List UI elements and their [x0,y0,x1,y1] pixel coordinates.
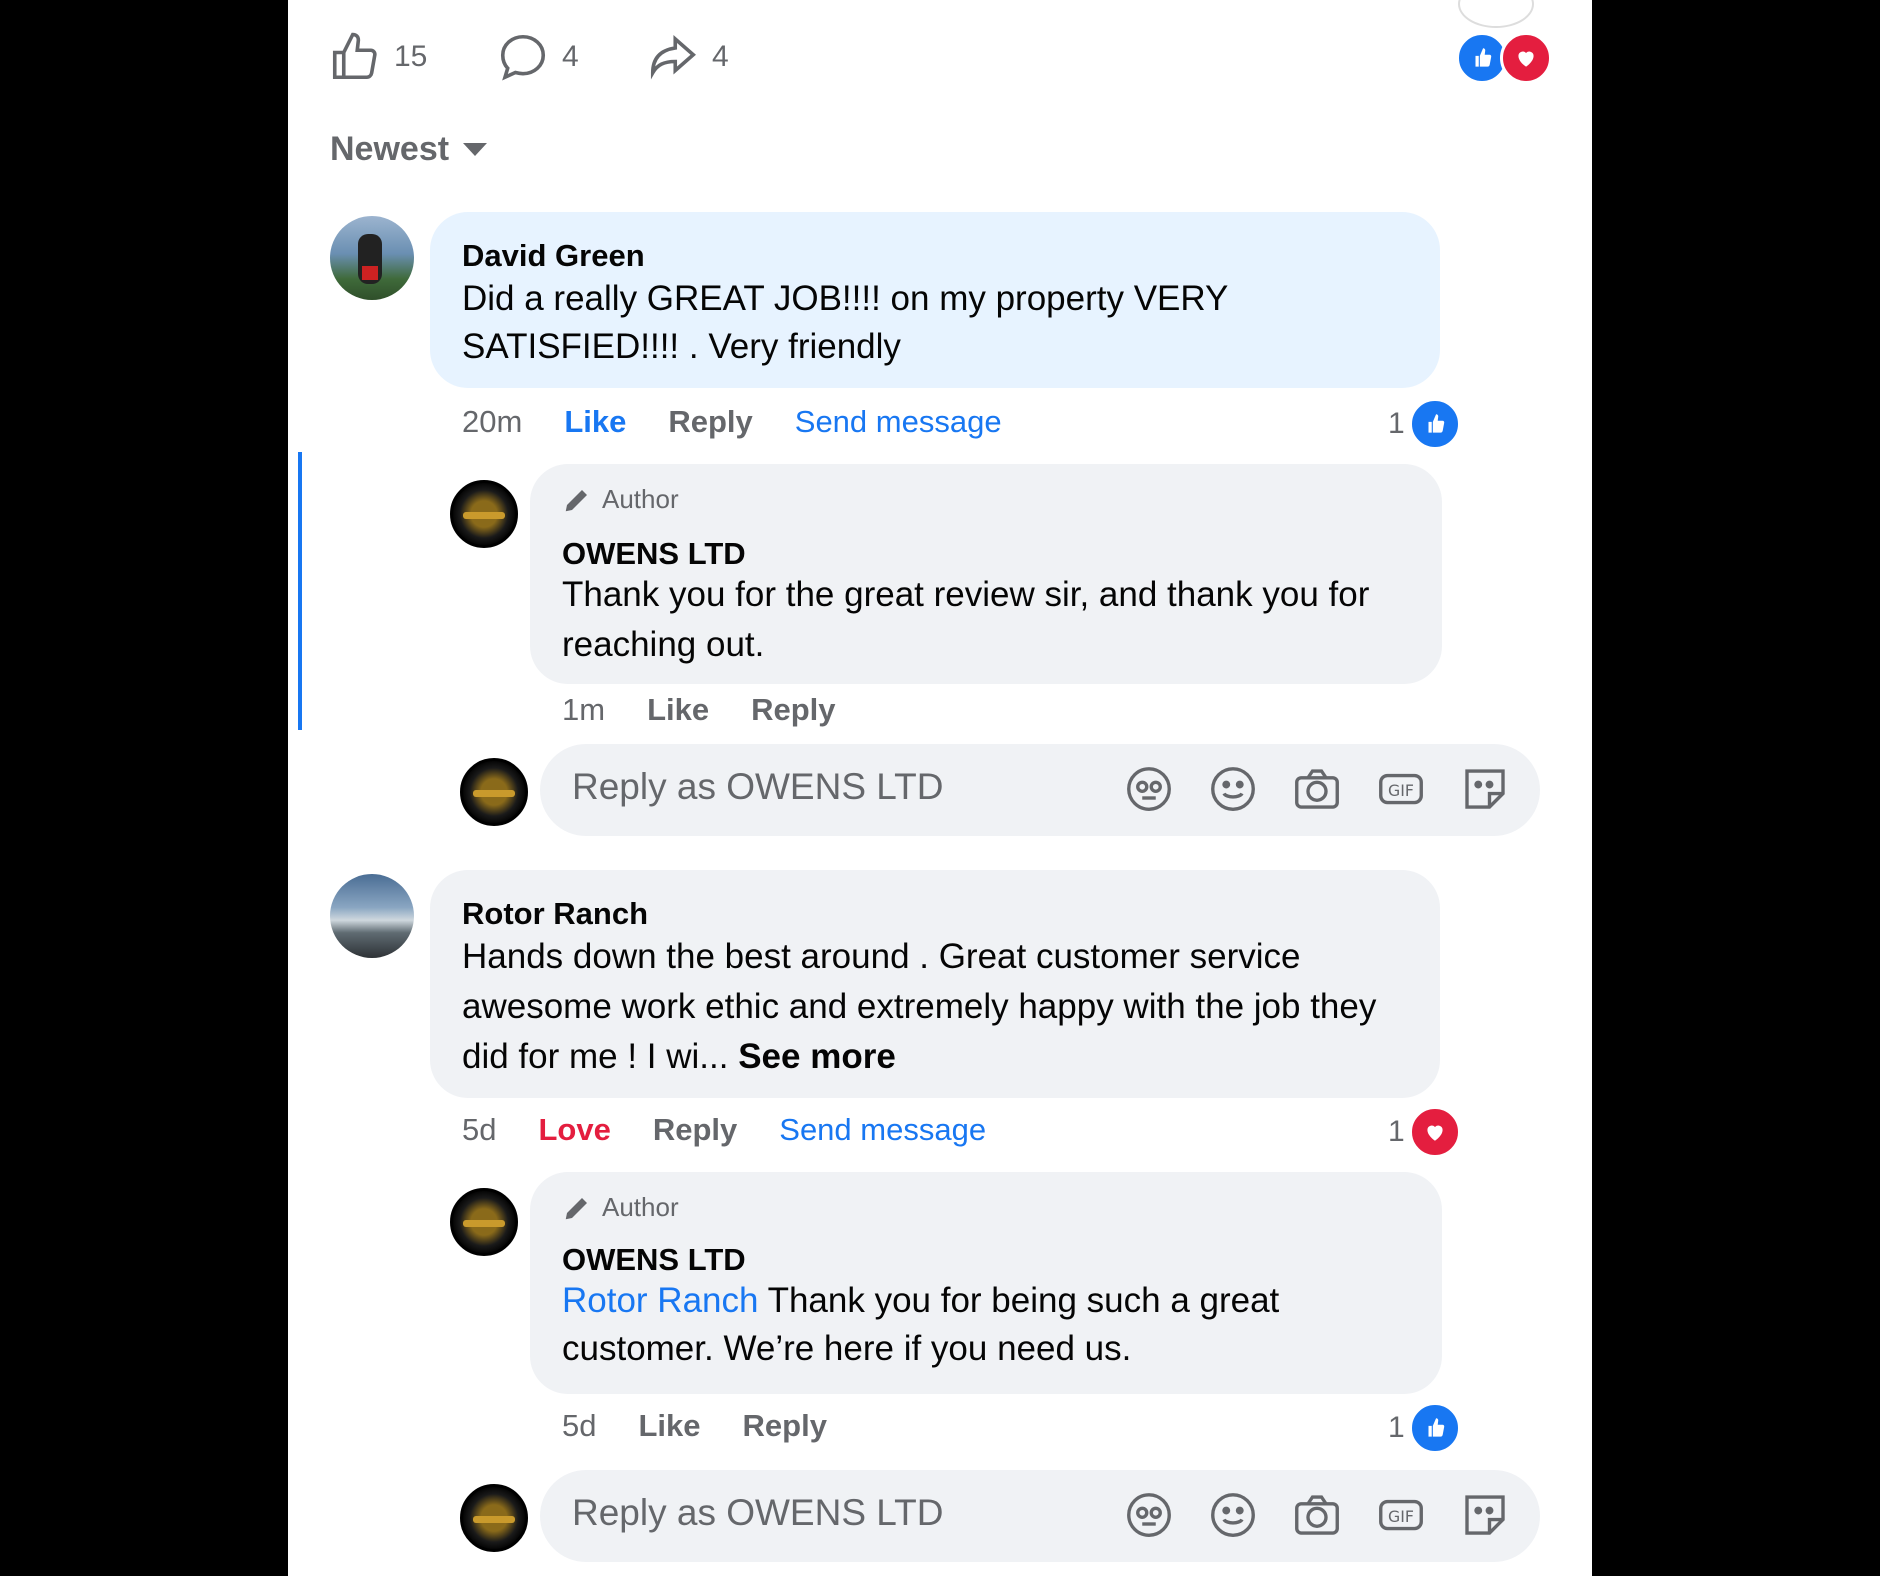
commenter-name[interactable]: OWENS LTD [562,1242,746,1278]
composer-icons: GIF [1122,1488,1512,1542]
sticker-icon[interactable] [1458,762,1512,816]
comment-stat[interactable]: 4 [496,30,579,84]
heart-reaction-icon [1408,1106,1461,1158]
avatar-owens-ltd [460,1484,528,1552]
comment-text-line: Did a really GREAT JOB!!!! on my propert… [462,279,1229,318]
reaction-count: 1 [1388,1115,1405,1148]
love-button[interactable]: Love [538,1112,610,1148]
like-reaction-icon [1408,398,1461,450]
send-message-link[interactable]: Send message [779,1112,986,1148]
gif-icon[interactable]: GIF [1374,1488,1428,1542]
author-badge: Author [562,1192,679,1223]
avatar-owens-ltd[interactable] [450,1188,518,1256]
reply-reaction-summary[interactable]: 1 [1388,1402,1461,1454]
svg-text:GIF: GIF [1388,781,1414,800]
reply-button[interactable]: Reply [743,1408,827,1444]
author-label: Author [602,1192,679,1222]
commenter-name[interactable]: OWENS LTD [562,536,746,572]
avatar-sticker-icon[interactable] [1122,762,1176,816]
avatar-rotor-ranch[interactable] [330,874,414,958]
sticker-icon[interactable] [1458,1488,1512,1542]
comment-text-line: reaching out. [562,625,765,664]
like-button[interactable]: Like [647,692,709,728]
comment-text-line: Thank you for the great review sir, and … [562,575,1370,614]
emoji-icon[interactable] [1206,1488,1260,1542]
like-stat[interactable]: 15 [328,30,427,84]
comment-text-line: customer. We’re here if you need us. [562,1329,1132,1368]
camera-icon[interactable] [1290,762,1344,816]
share-arrow-icon [650,35,696,80]
reply-input[interactable]: Reply as OWENS LTD GIF [540,1470,1540,1562]
reply-input[interactable]: Reply as OWENS LTD GIF [540,744,1540,836]
comment-actions: 5d Love Reply Send message [462,1112,1028,1148]
author-label: Author [602,484,679,514]
share-stat[interactable]: 4 [646,30,729,84]
commenter-name[interactable]: David Green [462,238,645,274]
reply-bubble-owens-ltd: Author OWENS LTD Thank you for the great… [530,464,1442,684]
thread-line [298,452,302,730]
comment-text-line: Rotor Ranch Thank you for being such a g… [562,1276,1279,1325]
see-more-link[interactable]: See more [738,1037,896,1076]
comment-text-line: awesome work ethic and extremely happy w… [462,987,1377,1026]
emoji-icon[interactable] [1206,762,1260,816]
comment-bubble-rotor-ranch: Rotor Ranch Hands down the best around .… [430,870,1440,1098]
comment-text-line: SATISFIED!!!! . Very friendly [462,327,901,366]
send-message-link[interactable]: Send message [795,404,1002,440]
comment-text-line: Hands down the best around . Great custo… [462,937,1301,976]
pencil-icon [565,489,587,511]
avatar-owens-ltd [460,758,528,826]
reply-button[interactable]: Reply [751,692,835,728]
reply-placeholder: Reply as OWENS LTD [572,1492,944,1533]
reaction-count: 1 [1388,1411,1405,1444]
author-badge: Author [562,484,679,515]
comment-time[interactable]: 20m [462,404,522,440]
sort-dropdown[interactable]: Newest [330,130,488,169]
composer-icons: GIF [1122,762,1512,816]
commenter-name[interactable]: Rotor Ranch [462,896,648,932]
comment-bubble-icon [500,34,546,81]
reply-actions: 5d Like Reply [562,1408,869,1444]
scroll-indicator[interactable] [1458,0,1534,28]
mention-link[interactable]: Rotor Ranch [562,1281,758,1320]
reply-bubble-owens-ltd: Author OWENS LTD Rotor Ranch Thank you f… [530,1172,1442,1394]
comments-panel: 15 4 4 Newest David Green Did a really G… [288,0,1592,1576]
comment-actions: 20m Like Reply Send message [462,404,1044,440]
reply-button[interactable]: Reply [653,1112,737,1148]
like-button[interactable]: Like [564,404,626,440]
comment-text: Thank you for being such a great [767,1281,1280,1320]
comment-time[interactable]: 5d [462,1112,496,1148]
reply-actions: 1m Like Reply [562,692,878,728]
comment-reaction-summary[interactable]: 1 [1388,398,1461,450]
comment-text: did for me ! I wi... [462,1037,729,1076]
reaction-count: 1 [1388,407,1405,440]
reply-time[interactable]: 1m [562,692,605,728]
reply-placeholder: Reply as OWENS LTD [572,766,944,807]
camera-icon[interactable] [1290,1488,1344,1542]
like-count: 15 [394,40,428,73]
caret-down-icon [463,142,488,156]
comment-count: 4 [562,40,579,73]
thumbs-up-icon [332,32,377,80]
svg-text:GIF: GIF [1388,1507,1414,1526]
comment-bubble-david-green: David Green Did a really GREAT JOB!!!! o… [430,212,1440,388]
sort-label: Newest [330,130,450,168]
gif-icon[interactable]: GIF [1374,762,1428,816]
share-count: 4 [712,40,729,73]
like-button[interactable]: Like [638,1408,700,1444]
like-reaction-icon [1408,1402,1461,1454]
pencil-icon [565,1197,587,1219]
comment-reaction-summary[interactable]: 1 [1388,1106,1461,1158]
post-reactions[interactable] [1456,32,1552,84]
reply-button[interactable]: Reply [668,404,752,440]
avatar-sticker-icon[interactable] [1122,1488,1176,1542]
comment-text-line-last: did for me ! I wi... See more [462,1032,896,1081]
avatar-owens-ltd[interactable] [450,480,518,548]
reply-time[interactable]: 5d [562,1408,596,1444]
heart-reaction-icon [1500,32,1552,84]
avatar-david-green[interactable] [330,216,414,300]
